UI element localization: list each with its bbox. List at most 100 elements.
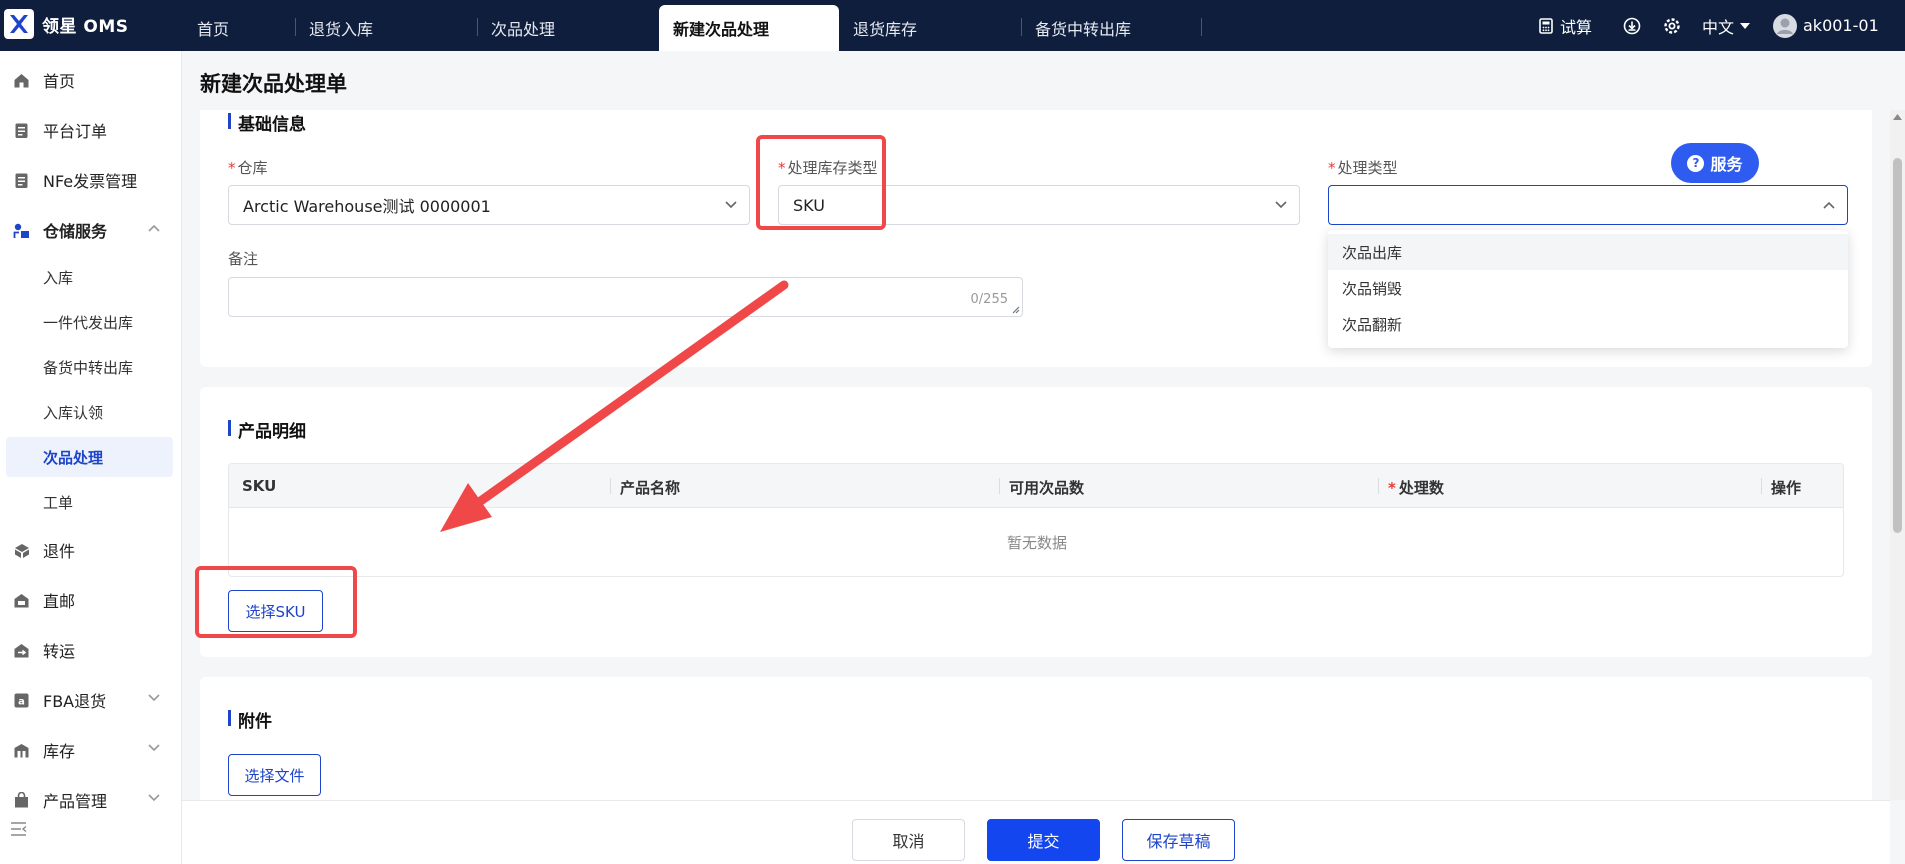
sidebar-label: 仓储服务 [43,222,108,241]
warehouse-select[interactable]: Arctic Warehouse测试 0000001 [228,185,750,225]
process-type-label: * 处理类型 [1328,159,1398,177]
warehouse-label-text: 仓库 [237,159,268,177]
user-menu[interactable]: ak001-01 [1773,0,1879,51]
sidebar-item-product-management[interactable]: 产品管理 [0,780,182,820]
select-sku-button[interactable]: 选择SKU [228,590,323,632]
sidebar-item-returns[interactable]: 退件 [0,530,182,570]
column-header-process-quantity-text: 处理数 [1398,479,1444,497]
submit-button[interactable]: 提交 [987,819,1100,861]
language-selector[interactable]: 中文 [1702,0,1751,51]
sidebar-subitem-work-order[interactable]: 工单 [0,482,182,522]
tab-defective-processing[interactable]: 次品处理 [477,5,657,51]
service-button[interactable]: ? 服务 [1671,143,1759,183]
download-icon [1623,17,1641,34]
process-type-dropdown: 次品出库 次品销毁 次品翻新 [1328,230,1848,348]
save-draft-button[interactable]: 保存草稿 [1122,819,1235,861]
stock-type-label-text: 处理库存类型 [787,159,878,177]
clipboard-icon [15,173,28,188]
sidebar-label: 平台订单 [43,122,108,141]
sidebar-item-nfe-invoice[interactable]: NFe发票管理 [0,160,182,200]
sidebar-item-warehouse-services[interactable]: 仓储服务 [0,210,182,250]
tab-return-inbound[interactable]: 退货入库 [295,5,475,51]
sidebar-label: 首页 [43,72,76,91]
scrollbar-thumb[interactable] [1893,158,1902,533]
tab-return-inventory[interactable]: 退货库存 [839,5,1019,51]
sidebar-subitem-inbound[interactable]: 入库 [0,257,182,297]
chevron-down-icon [148,744,160,752]
page-title: 新建次品处理单 [200,72,347,96]
collapse-sidebar-button[interactable] [10,821,28,841]
calculator-label: 试算 [1560,17,1593,37]
amazon-icon: a [14,693,29,708]
question-icon: ? [1687,154,1705,172]
download-button[interactable] [1623,0,1641,51]
column-divider [610,478,611,494]
tab-home[interactable]: 首页 [183,5,293,51]
sidebar-label: 次品处理 [43,448,104,467]
dropdown-option-defective-refurbish[interactable]: 次品翻新 [1328,306,1848,342]
sidebar-label: 转运 [43,642,76,661]
sidebar-label: FBA退货 [43,692,107,711]
process-type-select[interactable] [1328,185,1848,225]
remark-textarea[interactable]: 0/255 [228,277,1023,317]
sidebar-item-inventory[interactable]: 库存 [0,730,182,770]
app-name: 领星 OMS [42,16,129,37]
remark-label: 备注 [228,250,259,268]
cancel-button[interactable]: 取消 [852,819,965,861]
sidebar-item-home[interactable]: 首页 [0,60,182,100]
sidebar-item-direct-mail[interactable]: 直邮 [0,580,182,620]
dropdown-option-defective-destroy[interactable]: 次品销毁 [1328,270,1848,306]
chevron-up-icon [148,224,160,232]
return-icon [15,544,29,558]
sidebar-item-platform-orders[interactable]: 平台订单 [0,110,182,150]
sidebar-label: 直邮 [43,592,76,611]
language-label: 中文 [1702,17,1735,37]
settings-button[interactable] [1663,0,1681,51]
section-title-attachments: 附件 [228,707,272,732]
sidebar-label: 入库 [43,268,74,287]
app-logo[interactable]: 领星 OMS [4,9,129,39]
sidebar-label: 入库认领 [43,403,104,422]
tab-new-defective-processing[interactable]: 新建次品处理 [659,5,839,51]
resize-handle-icon[interactable] [1011,305,1020,314]
sidebar-label: 退件 [43,542,76,561]
warehouse-icon [13,223,29,238]
chevron-down-icon [148,794,160,802]
content-scrollbar[interactable] [1890,110,1905,800]
chevron-up-icon [1823,201,1835,209]
sidebar-subitem-stock-transfer-outbound[interactable]: 备货中转出库 [0,347,182,387]
warehouse-label: * 仓库 [228,159,268,177]
stock-type-select-value: SKU [793,195,825,215]
basic-info-card: 基础信息 * 仓库 Arctic Warehouse测试 0000001 * 处理库… [200,110,1872,367]
form-footer: 取消 提交 保存草稿 [182,800,1890,864]
table-empty-state: 暂无数据 [1006,533,1067,552]
sidebar-item-transfer[interactable]: 转运 [0,630,182,670]
calculator-icon [1539,17,1553,34]
mail-icon [14,594,29,608]
avatar-icon [1773,13,1797,38]
scroll-up-icon[interactable] [1893,114,1902,120]
column-header-process-quantity: * 处理数 [1388,479,1444,497]
section-title-product-details: 产品明细 [228,417,306,442]
select-file-button[interactable]: 选择文件 [228,754,321,796]
calculator-button[interactable]: 试算 [1538,0,1592,51]
logo-icon [4,9,34,39]
main-content: 基础信息 * 仓库 Arctic Warehouse测试 0000001 * 处理库… [182,110,1890,800]
service-label: 服务 [1710,155,1743,174]
column-header-product-name: 产品名称 [620,479,681,497]
tab-stock-transfer-outbound[interactable]: 备货中转出库 [1021,5,1201,51]
sidebar-item-fba-returns[interactable]: a FBA退货 [0,680,182,720]
sidebar-label: 一件代发出库 [43,313,134,332]
sidebar-subitem-inbound-claim[interactable]: 入库认领 [0,392,182,432]
sidebar-subitem-defective-processing[interactable]: 次品处理 [6,437,173,477]
product-details-card: 产品明细 SKU 产品名称 可用次品数 * 处理数 操作 暂无数据 选择SKU [200,387,1872,657]
clipboard-icon [15,123,28,138]
stock-type-select[interactable]: SKU [778,185,1300,225]
stock-type-label: * 处理库存类型 [778,159,878,177]
gear-icon [1664,17,1680,34]
chevron-down-icon [148,694,160,702]
column-header-sku: SKU [242,477,277,495]
product-icon [15,792,28,808]
sidebar-subitem-dropship-outbound[interactable]: 一件代发出库 [0,302,182,342]
dropdown-option-defective-outbound[interactable]: 次品出库 [1328,234,1848,270]
